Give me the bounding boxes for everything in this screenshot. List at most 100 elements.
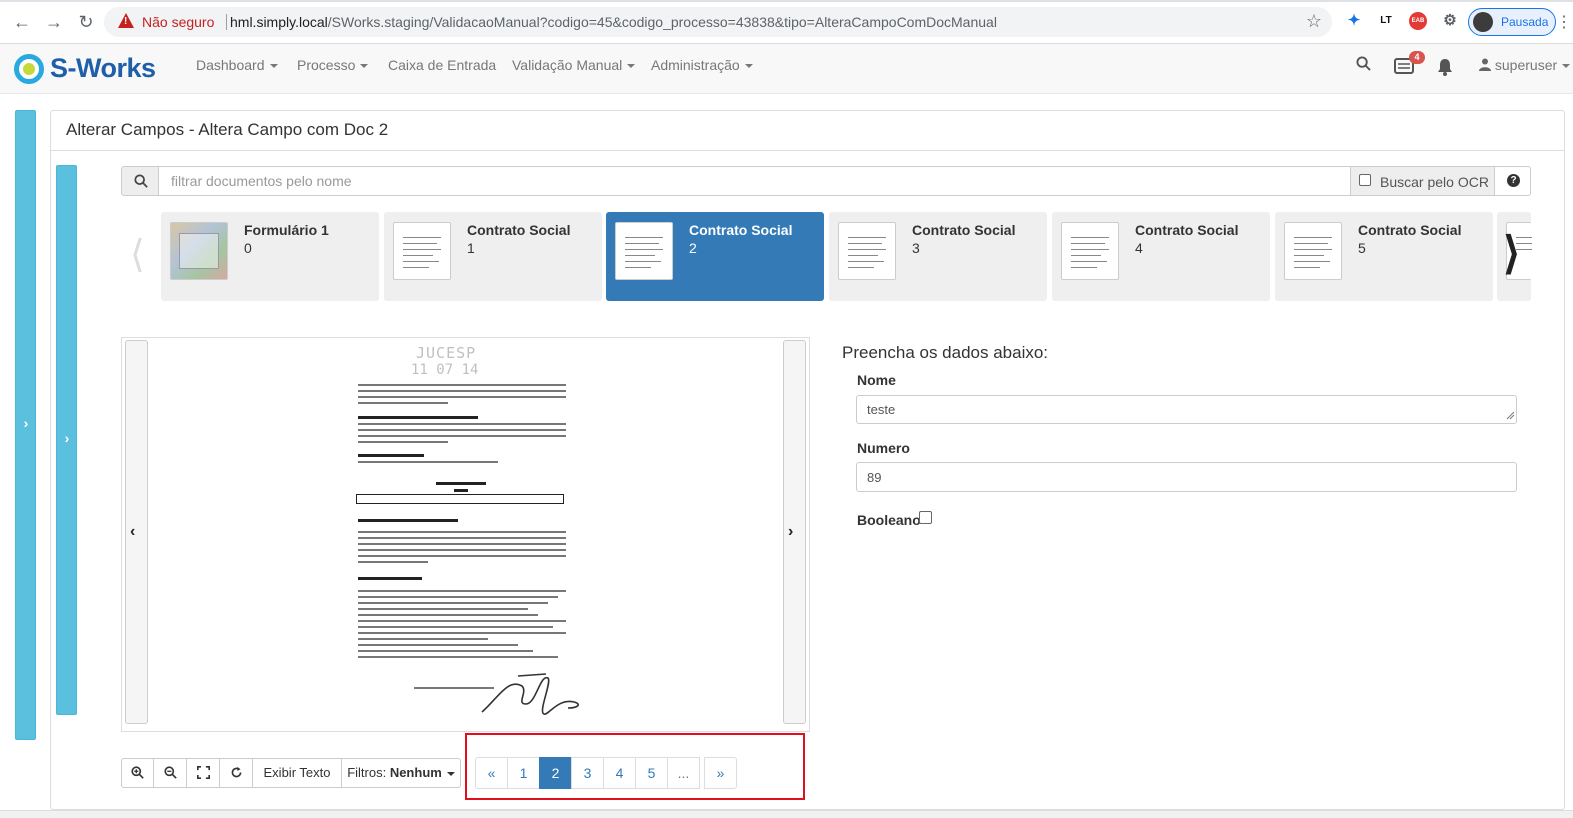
jucesp-stamp: JUCESP: [416, 344, 477, 362]
document-card[interactable]: Contrato Social 4: [1052, 212, 1270, 301]
carousel-next-arrow[interactable]: ⟩: [1503, 228, 1520, 279]
document-name: Contrato Social: [1358, 222, 1462, 238]
profile-label: Pausada: [1501, 15, 1549, 29]
extension-eab-icon[interactable]: EAB: [1409, 12, 1427, 30]
thumb-text-line: [1071, 249, 1109, 250]
url-host: hml.simply.local: [230, 14, 328, 30]
thumb-text-line: [1294, 267, 1320, 268]
horizontal-scrollbar[interactable]: [0, 810, 1573, 818]
thumb-text-line: [625, 243, 659, 244]
user-menu[interactable]: superuser: [1479, 57, 1571, 73]
chevron-right-icon: ›: [64, 430, 70, 446]
document-index: 5: [1358, 240, 1366, 256]
extension-lt-icon[interactable]: LT: [1377, 12, 1395, 30]
thumb-text-line: [848, 255, 878, 256]
document-card[interactable]: Contrato Social 1: [384, 212, 602, 301]
help-button[interactable]: ?: [1494, 166, 1531, 196]
page-text-line: [358, 561, 428, 563]
show-text-button[interactable]: Exibir Texto: [252, 758, 342, 788]
bookmark-star-icon[interactable]: ☆: [1306, 11, 1322, 32]
pagination-page-1[interactable]: 1: [507, 757, 540, 789]
ocr-checkbox[interactable]: [1359, 174, 1371, 186]
rotate-icon: [231, 766, 241, 778]
viewer-next-button[interactable]: ›: [783, 340, 806, 724]
outer-side-toggle[interactable]: ›: [15, 110, 36, 740]
document-card-active[interactable]: Contrato Social 2: [606, 212, 824, 301]
logo-icon[interactable]: [14, 54, 44, 84]
page-text-line: [358, 549, 566, 551]
document-index: 2: [689, 240, 697, 256]
page-text-line: [358, 608, 528, 610]
brand-logo[interactable]: S-Works: [50, 53, 156, 84]
forward-arrow-icon[interactable]: →: [42, 10, 66, 34]
nav-validacao-label: Validação Manual: [512, 57, 623, 73]
page-text-line: [358, 423, 566, 425]
search-icon: [134, 174, 148, 188]
resize-grip-icon[interactable]: [1505, 410, 1515, 420]
zoom-out-button[interactable]: [153, 758, 187, 788]
document-card[interactable]: Contrato Social 3: [829, 212, 1047, 301]
pagination-page-2-current[interactable]: 2: [539, 757, 572, 789]
nav-caixa-de-entrada[interactable]: Caixa de Entrada: [388, 57, 496, 73]
nav-dashboard[interactable]: Dashboard: [196, 57, 278, 73]
document-filter-input[interactable]: [158, 166, 1351, 196]
filters-value: Nenhum: [389, 765, 442, 780]
pagination-ellipsis[interactable]: ...: [667, 757, 700, 789]
page-heading-line: [358, 577, 422, 580]
chevron-left-icon: ‹: [130, 523, 136, 540]
page-text-line: [358, 626, 553, 628]
document-card[interactable]: Contrato Social 5: [1275, 212, 1493, 301]
carousel-prev-arrow[interactable]: ⟨: [130, 232, 145, 277]
profile-button[interactable]: Pausada: [1468, 8, 1556, 36]
rotate-button[interactable]: [219, 758, 253, 788]
document-thumbnail: [170, 222, 228, 280]
document-name: Contrato Social: [467, 222, 571, 238]
url-path: /SWorks.staging/ValidacaoManual?codigo=4…: [327, 14, 997, 30]
filters-dropdown[interactable]: Filtros: Nenhum: [341, 758, 461, 788]
zoom-in-button[interactable]: [121, 758, 154, 788]
booleano-checkbox[interactable]: [919, 511, 932, 524]
inner-side-toggle[interactable]: ›: [56, 165, 77, 715]
page-text-line: [358, 384, 566, 386]
booleano-label: Booleano: [857, 512, 921, 528]
viewer-prev-button[interactable]: ‹: [125, 340, 148, 724]
nome-textarea[interactable]: teste: [856, 395, 1517, 424]
nav-validacao-manual[interactable]: Validação Manual: [512, 57, 636, 73]
reload-icon[interactable]: ↻: [74, 10, 98, 34]
page-text-line: [358, 537, 566, 539]
document-name: Formulário 1: [244, 222, 329, 238]
pagination-page-5[interactable]: 5: [635, 757, 668, 789]
caret-down-icon: [627, 64, 636, 69]
numero-input[interactable]: [856, 462, 1517, 492]
page-heading-line: [454, 489, 468, 492]
browser-menu-icon[interactable]: ⋮: [1556, 12, 1572, 32]
extensions-puzzle-icon[interactable]: ⚙: [1441, 12, 1459, 30]
extension-feather-icon[interactable]: ✦: [1345, 12, 1363, 30]
address-bar[interactable]: Não seguro hml.simply.local/SWorks.stagi…: [104, 7, 1332, 37]
nav-administracao[interactable]: Administração: [651, 57, 753, 73]
pagination-prev[interactable]: «: [475, 757, 508, 789]
url-text[interactable]: hml.simply.local/SWorks.staging/Validaca…: [230, 14, 997, 30]
page-heading-line: [358, 454, 424, 457]
caret-down-icon: [446, 771, 455, 776]
page-text-line: [358, 543, 566, 545]
fullscreen-button[interactable]: [186, 758, 220, 788]
back-arrow-icon[interactable]: ←: [10, 10, 34, 34]
search-icon[interactable]: [1356, 56, 1371, 76]
pagination-next[interactable]: »: [704, 757, 737, 789]
bell-icon[interactable]: [1437, 58, 1453, 81]
nav-processo[interactable]: Processo: [297, 57, 369, 73]
page-text-line: [358, 390, 566, 392]
page-company-box: [356, 494, 564, 504]
document-card[interactable]: Formulário 1 0: [161, 212, 379, 301]
page-text-line: [358, 461, 498, 463]
thumb-text-line: [1071, 255, 1101, 256]
app-navbar: S-Works Dashboard Processo Caixa de Entr…: [0, 44, 1573, 94]
ocr-search-toggle[interactable]: Buscar pelo OCR: [1350, 166, 1495, 196]
page-text-line: [358, 632, 566, 634]
thumb-text-line: [1071, 237, 1109, 238]
thumb-text-line: [848, 249, 886, 250]
chevron-right-icon: ›: [788, 523, 794, 540]
pagination-page-4[interactable]: 4: [603, 757, 636, 789]
pagination-page-3[interactable]: 3: [571, 757, 604, 789]
